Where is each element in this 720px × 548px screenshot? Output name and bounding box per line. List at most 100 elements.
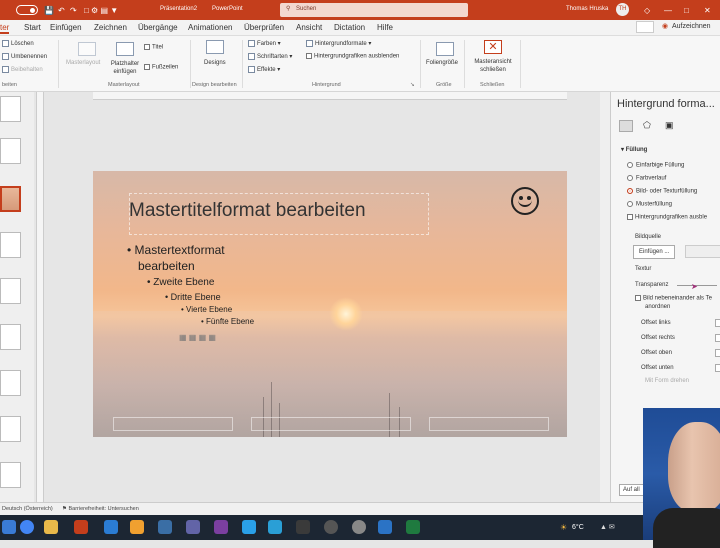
excel-icon[interactable] xyxy=(406,520,420,534)
tab-animationen[interactable]: Animationen xyxy=(188,23,232,32)
app-icon[interactable] xyxy=(352,520,366,534)
weather-icon[interactable]: ☀ xyxy=(560,523,567,532)
tab-uebergaenge[interactable]: Übergänge xyxy=(138,23,178,32)
footer-checkbox[interactable]: Fußzeilen xyxy=(144,64,178,71)
thumbnail-selected[interactable] xyxy=(0,186,21,212)
quick-access-icons[interactable]: □ ⚙ ▤ ▼ xyxy=(84,6,118,15)
date-placeholder[interactable] xyxy=(113,417,233,431)
word-icon[interactable] xyxy=(158,520,172,534)
clipboard-button[interactable] xyxy=(685,245,720,258)
effects-button[interactable]: Effekte ▾ xyxy=(248,66,280,73)
thumbnail[interactable] xyxy=(0,462,21,488)
redo-icon[interactable]: ↷ xyxy=(70,6,77,15)
offset-bottom-field[interactable] xyxy=(715,364,720,372)
option-pattern[interactable]: Musterfüllung xyxy=(627,201,672,208)
title-checkbox[interactable]: Titel xyxy=(144,44,163,51)
footer-placeholder[interactable] xyxy=(251,417,411,431)
autosave-toggle[interactable] xyxy=(16,5,38,15)
tab-zeichnen[interactable]: Zeichnen xyxy=(94,23,127,32)
tab-start[interactable]: Start xyxy=(24,23,41,32)
slide-canvas[interactable]: Mastertitelformat bearbeiten • Mastertex… xyxy=(93,171,567,437)
tab-hilfe[interactable]: Hilfe xyxy=(377,23,393,32)
vlc-icon[interactable] xyxy=(130,520,144,534)
slide-number-placeholder[interactable] xyxy=(429,417,549,431)
fill-icon[interactable] xyxy=(619,120,633,132)
offset-top-field[interactable] xyxy=(715,349,720,357)
chrome-icon[interactable] xyxy=(20,520,34,534)
effects-pane-icon[interactable]: ⬠ xyxy=(643,120,651,131)
thumbnail[interactable] xyxy=(0,370,21,396)
bullet-level3[interactable]: • Dritte Ebene xyxy=(165,292,221,302)
insert-content-icons[interactable]: ▦ ▦ ▦ ▦ xyxy=(179,333,216,342)
bullet-level1[interactable]: • Mastertextformat xyxy=(127,243,225,257)
thumbnail[interactable] xyxy=(0,138,21,164)
close-master-button[interactable]: Masteransicht schließen xyxy=(468,58,518,74)
bullet-level2[interactable]: • Zweite Ebene xyxy=(147,277,214,288)
telegram-icon[interactable] xyxy=(268,520,282,534)
master-layout-button[interactable]: Masterlayout xyxy=(66,60,100,66)
excel-blue-icon[interactable] xyxy=(378,520,392,534)
record-button[interactable]: Aufzeichnen xyxy=(672,23,711,30)
comments-button[interactable] xyxy=(636,21,654,33)
dialog-launcher-icon[interactable]: ↘ xyxy=(410,82,415,88)
hide-background-checkbox[interactable]: Hintergrundgrafiken ausblenden xyxy=(306,53,399,60)
edge-icon[interactable] xyxy=(104,520,118,534)
undo-icon[interactable]: ↶ xyxy=(58,6,65,15)
explorer-icon[interactable] xyxy=(44,520,58,534)
powerpoint-icon[interactable] xyxy=(74,520,88,534)
tab-folienmaster[interactable]: ter xyxy=(0,23,10,34)
vertical-scrollbar[interactable] xyxy=(600,92,610,502)
obs-icon[interactable] xyxy=(296,520,310,534)
vectorize-icon[interactable] xyxy=(242,520,256,534)
search-box[interactable]: ⚲ Suchen xyxy=(280,3,468,17)
bullet-level4[interactable]: • Vierte Ebene xyxy=(181,305,232,314)
delete-button[interactable]: Löschen xyxy=(2,40,34,47)
option-picture[interactable]: Bild- oder Texturfüllung xyxy=(627,188,697,195)
slide-title[interactable]: Mastertitelformat bearbeiten xyxy=(129,200,366,222)
teams-icon[interactable] xyxy=(186,520,200,534)
tab-einfuegen[interactable]: Einfügen xyxy=(50,23,82,32)
offset-left-field[interactable] xyxy=(715,319,720,327)
tab-ansicht[interactable]: Ansicht xyxy=(296,23,322,32)
maximize-icon[interactable]: □ xyxy=(684,6,689,15)
fonts-button[interactable]: Schriftarten ▾ xyxy=(248,53,292,60)
insert-picture-button[interactable]: Einfügen ... xyxy=(633,245,676,259)
thumbnail[interactable] xyxy=(0,278,21,304)
thumbnail[interactable] xyxy=(0,324,21,350)
avatar[interactable]: TH xyxy=(616,3,629,16)
tab-ueberpruefen[interactable]: Überprüfen xyxy=(244,23,284,32)
tray-icons[interactable]: ▲ ✉ xyxy=(600,523,615,531)
bullet-level1-cont[interactable]: bearbeiten xyxy=(138,259,195,273)
status-accessibility[interactable]: ⚑ Barrierefreiheit: Untersuchen xyxy=(62,506,139,512)
close-icon[interactable]: ✕ xyxy=(704,6,711,15)
rotate-with-shape[interactable]: Mit Form drehen xyxy=(645,378,689,384)
tile-checkbox[interactable]: Bild nebeneinander als Te xyxy=(635,295,712,302)
option-gradient[interactable]: Farbverlauf xyxy=(627,175,666,182)
option-hide-graphics[interactable]: Hintergrundgrafiken ausble xyxy=(627,214,707,221)
background-formats-button[interactable]: Hintergrundformate ▾ xyxy=(306,40,371,47)
bullet-level5[interactable]: • Fünfte Ebene xyxy=(201,317,254,326)
preserve-button[interactable]: Beibehalten xyxy=(2,66,43,73)
onenote-icon[interactable] xyxy=(214,520,228,534)
designs-button[interactable]: Designs xyxy=(204,60,226,66)
thumbnail[interactable] xyxy=(0,96,21,122)
picture-pane-icon[interactable]: ▣ xyxy=(665,120,674,131)
save-icon[interactable]: 💾 xyxy=(44,6,54,15)
thumbnail[interactable] xyxy=(0,416,21,442)
apply-all-button[interactable]: Auf all xyxy=(619,484,644,496)
slide-size-button[interactable]: Foliengröße xyxy=(426,60,458,66)
rename-button[interactable]: Umbenennen xyxy=(2,53,47,60)
thumbnail[interactable] xyxy=(0,232,21,258)
colors-button[interactable]: Farben ▾ xyxy=(248,40,281,47)
offset-right-field[interactable] xyxy=(715,334,720,342)
option-solid[interactable]: Einfarbige Füllung xyxy=(627,162,684,169)
insert-placeholder-button[interactable]: Platzhalter einfügen xyxy=(108,60,142,76)
obs-studio-icon[interactable] xyxy=(324,520,338,534)
fill-section[interactable]: ▾ Füllung xyxy=(621,146,647,153)
record-icon[interactable]: ◉ xyxy=(662,22,668,30)
weather-temp[interactable]: 6°C xyxy=(572,524,584,531)
start-icon[interactable] xyxy=(2,520,16,534)
minimize-icon[interactable]: — xyxy=(664,6,672,15)
tab-dictation[interactable]: Dictation xyxy=(334,23,365,32)
smiley-icon[interactable] xyxy=(511,187,539,215)
